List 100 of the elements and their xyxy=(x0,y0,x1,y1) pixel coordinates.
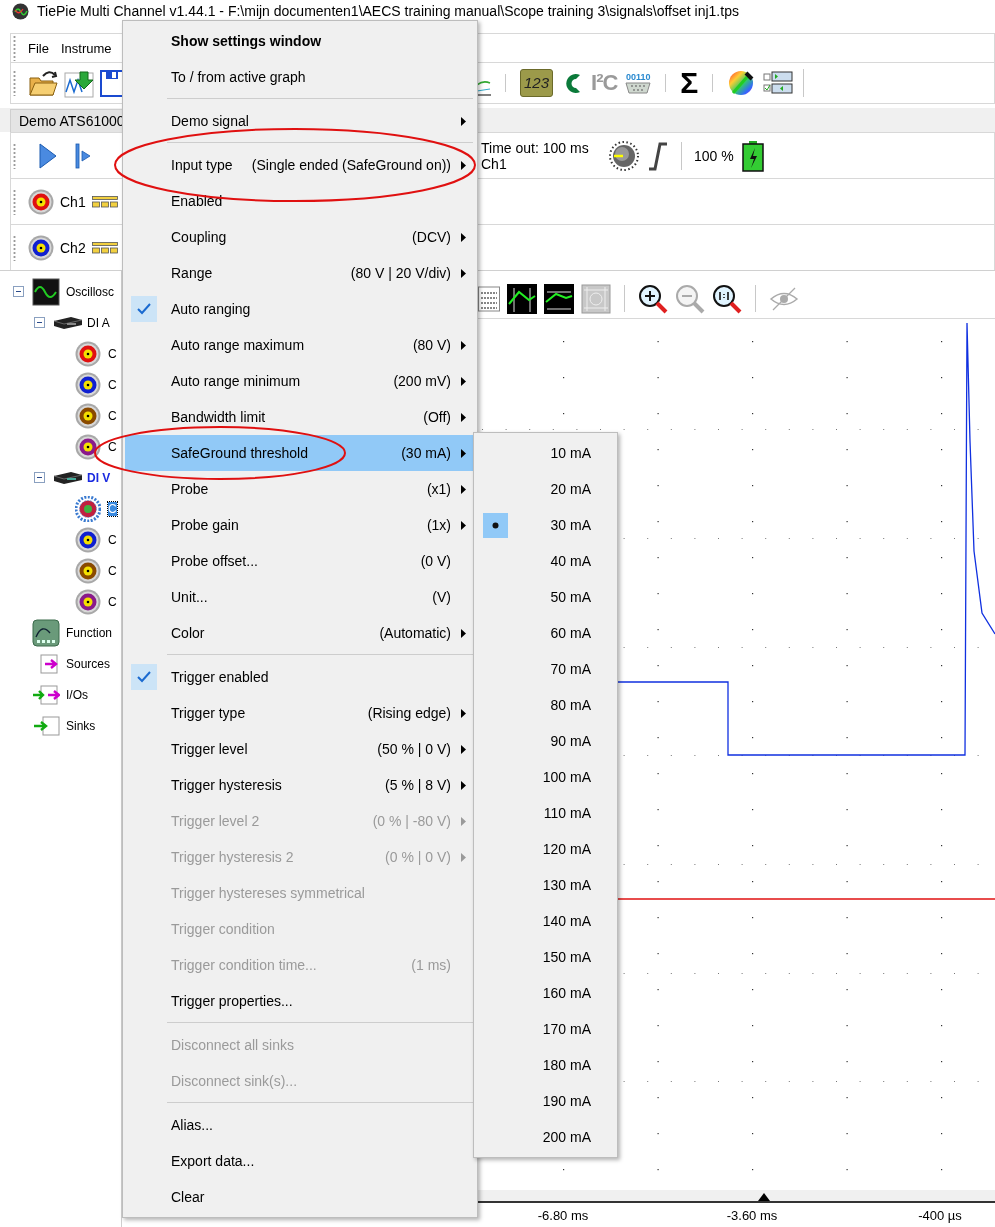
tree-item[interactable]: C xyxy=(108,346,117,361)
menu-item[interactable]: Trigger hysteresis (5 % | 8 V) xyxy=(125,767,475,803)
menu-item-value: (50 % | 0 V) xyxy=(377,741,451,757)
zoom-reset-icon[interactable] xyxy=(712,283,742,314)
menu-item[interactable]: 40 mA xyxy=(476,543,615,579)
tree-item[interactable]: I/Os xyxy=(66,687,88,702)
menu-item[interactable]: 30 mA xyxy=(476,507,615,543)
menu-item[interactable]: 180 mA xyxy=(476,1047,615,1083)
tree-item[interactable]: C xyxy=(108,377,117,392)
menu-item[interactable]: Show settings window xyxy=(125,23,475,59)
scope-view-icon[interactable] xyxy=(507,283,537,314)
menu-item[interactable]: 170 mA xyxy=(476,1011,615,1047)
axis-label: -400 µs xyxy=(918,1208,962,1223)
menu-item[interactable]: Trigger properties... xyxy=(125,983,475,1019)
play-icon[interactable] xyxy=(38,141,58,170)
color-wheel-icon[interactable] xyxy=(727,69,756,97)
timeout-label: Time out: 100 ms xyxy=(481,139,590,156)
menu-item[interactable]: Instrume xyxy=(54,40,118,56)
menu-item[interactable]: 190 mA xyxy=(476,1083,615,1119)
menu-item-value: (Off) xyxy=(423,409,451,425)
tree-item[interactable]: C xyxy=(108,408,117,423)
menu-item[interactable]: 50 mA xyxy=(476,579,615,615)
menu-item[interactable]: Range (80 V | 20 V/div) xyxy=(125,255,475,291)
math-button[interactable]: Σ xyxy=(680,68,699,98)
channel-settings-icon[interactable] xyxy=(91,241,118,254)
tree-item[interactable]: C xyxy=(108,501,117,516)
menu-item[interactable]: Coupling (DCV) xyxy=(125,219,475,255)
menu-item[interactable]: 90 mA xyxy=(476,723,615,759)
menu-item[interactable]: Export data... xyxy=(125,1143,475,1179)
open-folder-icon[interactable] xyxy=(28,68,58,98)
menu-item[interactable]: Unit... (V) xyxy=(125,579,475,615)
menu-item[interactable]: 20 mA xyxy=(476,471,615,507)
menu-item[interactable]: SafeGround threshold (30 mA) xyxy=(125,435,475,471)
tree-item[interactable]: DI V xyxy=(87,470,111,485)
menu-item[interactable]: 150 mA xyxy=(476,939,615,975)
menu-item[interactable]: Bandwidth limit (Off) xyxy=(125,399,475,435)
tree-item[interactable]: C xyxy=(108,532,117,547)
knob-icon[interactable] xyxy=(609,140,639,171)
layout-icon[interactable] xyxy=(763,70,794,96)
menu-item[interactable]: Auto range maximum (80 V) xyxy=(125,327,475,363)
menu-item[interactable]: Auto range minimum (200 mV) xyxy=(125,363,475,399)
tree-item[interactable]: C xyxy=(108,594,117,609)
menu-item-value: (200 mV) xyxy=(393,373,451,389)
menu-item[interactable]: 160 mA xyxy=(476,975,615,1011)
menu-item[interactable]: Input type (Single ended (SafeGround on)) xyxy=(125,147,475,183)
menu-item[interactable]: Probe (x1) xyxy=(125,471,475,507)
rising-edge-icon[interactable] xyxy=(647,140,669,171)
battery-level-label: 100 % xyxy=(694,147,734,164)
scope-view-icon[interactable] xyxy=(544,283,574,314)
menu-item[interactable]: File xyxy=(22,40,55,56)
menu-item[interactable]: 140 mA xyxy=(476,903,615,939)
menu-item[interactable]: Probe gain (1x) xyxy=(125,507,475,543)
battery-icon xyxy=(741,139,764,172)
collapse-icon[interactable] xyxy=(33,317,45,328)
menu-item[interactable]: 110 mA xyxy=(476,795,615,831)
waveform-download-icon[interactable] xyxy=(64,68,94,98)
oscilloscope-icon xyxy=(32,277,60,306)
menu-item[interactable]: Trigger enabled xyxy=(125,659,475,695)
trigger-marker-icon[interactable] xyxy=(758,1193,770,1201)
tree-item[interactable]: Sinks xyxy=(66,718,96,733)
menu-item[interactable]: 70 mA xyxy=(476,651,615,687)
menu-item[interactable]: 60 mA xyxy=(476,615,615,651)
tree-item[interactable]: Oscillosc xyxy=(66,284,114,299)
menu-item[interactable]: Probe offset... (0 V) xyxy=(125,543,475,579)
tree-item[interactable]: C xyxy=(108,439,117,454)
function-generator-icon xyxy=(32,618,60,647)
menu-item[interactable]: Trigger type (Rising edge) xyxy=(125,695,475,731)
channel-label[interactable]: Ch2 xyxy=(60,239,86,256)
menu-item[interactable]: Color (Automatic) xyxy=(125,615,475,651)
menu-item[interactable]: 120 mA xyxy=(476,831,615,867)
tree-item[interactable]: Sources xyxy=(66,656,111,671)
menu-item[interactable]: Enabled xyxy=(125,183,475,219)
menu-item[interactable]: 10 mA xyxy=(476,435,615,471)
channel-label[interactable]: Ch1 xyxy=(60,193,86,210)
menu-item[interactable]: Clear xyxy=(125,1179,475,1215)
menu-item-value: (Rising edge) xyxy=(367,705,451,721)
trigger-source-label: Ch1 xyxy=(481,155,508,172)
collapse-icon[interactable] xyxy=(33,472,45,483)
tree-item[interactable]: C xyxy=(108,563,117,578)
input-icon xyxy=(32,714,60,737)
menu-item[interactable]: 100 mA xyxy=(476,759,615,795)
input-output-icon xyxy=(32,683,60,706)
menu-item-value: (1x) xyxy=(426,517,451,533)
table-icon[interactable] xyxy=(478,284,500,313)
menu-item[interactable]: Auto ranging xyxy=(125,291,475,327)
menu-item[interactable]: Alias... xyxy=(125,1107,475,1143)
menu-item[interactable]: Trigger level (50 % | 0 V) xyxy=(125,731,475,767)
menu-item[interactable]: 80 mA xyxy=(476,687,615,723)
menu-item-value: (0 V) xyxy=(420,553,451,569)
meter-button[interactable]: 123 xyxy=(520,69,554,97)
tree-item[interactable]: DI A xyxy=(87,315,110,330)
zoom-in-icon[interactable] xyxy=(638,283,668,314)
menu-item[interactable]: To / from active graph xyxy=(125,59,475,95)
menu-item[interactable]: 130 mA xyxy=(476,867,615,903)
channel-settings-icon[interactable] xyxy=(91,195,118,208)
collapse-icon[interactable] xyxy=(12,286,24,297)
menu-item-value: (30 mA) xyxy=(401,445,451,461)
instrument-icon xyxy=(51,314,83,331)
menu-item[interactable]: 200 mA xyxy=(476,1119,615,1155)
tree-item[interactable]: Function xyxy=(66,625,113,640)
